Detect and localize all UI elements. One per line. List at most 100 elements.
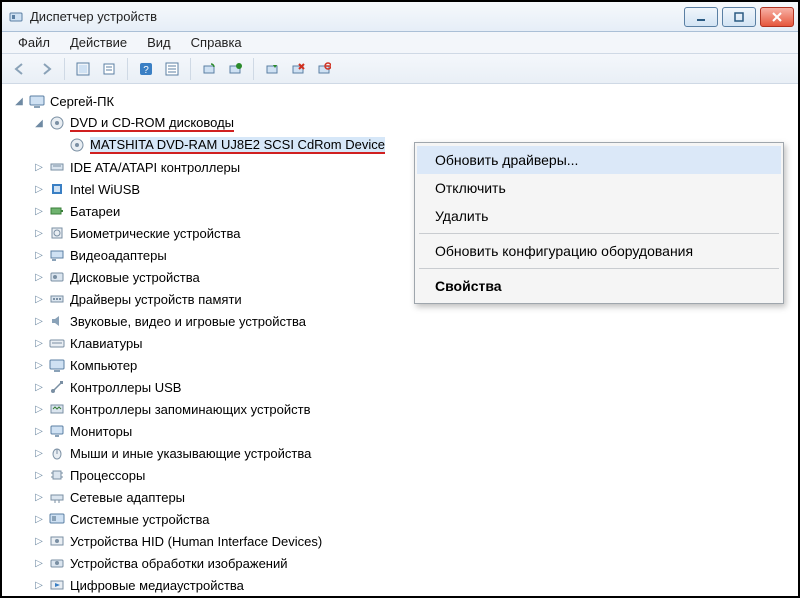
update-toolbar-button[interactable] (223, 57, 247, 81)
uninstall-toolbar-button[interactable] (312, 57, 336, 81)
keyboard-icon (48, 335, 66, 351)
tree-category-dvd[interactable]: ◢ DVD и CD-ROM дисководы (32, 112, 798, 134)
storage-controller-icon (48, 401, 66, 417)
expand-icon[interactable]: ▷ (32, 314, 46, 328)
biometric-icon (48, 225, 66, 241)
tree-category-label: Процессоры (70, 468, 145, 483)
close-button[interactable] (760, 7, 794, 27)
hid-icon (48, 533, 66, 549)
ide-icon (48, 159, 66, 175)
disable-toolbar-button[interactable] (286, 57, 310, 81)
expand-icon[interactable]: ▷ (32, 402, 46, 416)
expand-icon[interactable]: ▷ (32, 578, 46, 592)
tree-category-system[interactable]: ▷ Системные устройства (32, 508, 798, 530)
tree-category-digital-media[interactable]: ▷Цифровые медиаустройства (32, 574, 798, 596)
tree-category-label: Мыши и иные указывающие устройства (70, 446, 311, 461)
disk-icon (48, 269, 66, 285)
computer-icon (28, 93, 46, 109)
tree-category-label: IDE ATA/ATAPI контроллеры (70, 160, 240, 175)
help-toolbar-button[interactable]: ? (134, 57, 158, 81)
tree-category-label: Системные устройства (70, 512, 209, 527)
tree-category-label: Контроллеры запоминающих устройств (70, 402, 310, 417)
toolbar-separator (253, 58, 254, 80)
cm-properties[interactable]: Свойства (417, 272, 781, 300)
tree-category-label: Сетевые адаптеры (70, 490, 185, 505)
expand-icon[interactable]: ▷ (32, 446, 46, 460)
collapse-icon[interactable]: ◢ (32, 116, 46, 130)
optical-drive-icon (68, 137, 86, 153)
context-menu: Обновить драйверы... Отключить Удалить О… (414, 142, 784, 304)
menu-file[interactable]: Файл (8, 32, 60, 53)
tree-category-imaging[interactable]: ▷ Устройства обработки изображений (32, 552, 798, 574)
window-controls (684, 7, 794, 27)
cm-disable[interactable]: Отключить (417, 174, 781, 202)
expand-icon[interactable]: ▷ (32, 556, 46, 570)
tree-category-keyboards[interactable]: ▷ Клавиатуры (32, 332, 798, 354)
speaker-icon (48, 313, 66, 329)
maximize-button[interactable] (722, 7, 756, 27)
expand-icon[interactable]: ▷ (32, 336, 46, 350)
expand-icon[interactable]: ▷ (32, 424, 46, 438)
scan-toolbar-button[interactable] (197, 57, 221, 81)
expand-icon[interactable]: ▷ (32, 270, 46, 284)
tree-category-sound[interactable]: ▷Звуковые, видео и игровые устройства (32, 310, 798, 332)
cm-update-drivers[interactable]: Обновить драйверы... (417, 146, 781, 174)
system-icon (48, 511, 66, 527)
expand-icon[interactable]: ▷ (32, 226, 46, 240)
toolbar-separator (127, 58, 128, 80)
tree-category-storage-ctrl[interactable]: ▷ Контроллеры запоминающих устройств (32, 398, 798, 420)
expand-icon[interactable]: ▷ (32, 248, 46, 262)
expand-icon[interactable]: ▷ (32, 512, 46, 526)
menubar: Файл Действие Вид Справка (2, 32, 798, 54)
tree-category-label: Биометрические устройства (70, 226, 240, 241)
show-hidden-button[interactable] (71, 57, 95, 81)
memory-icon (48, 291, 66, 307)
minimize-button[interactable] (684, 7, 718, 27)
enable-toolbar-button[interactable] (260, 57, 284, 81)
tree-category-cpu[interactable]: ▷ Процессоры (32, 464, 798, 486)
list-toolbar-button[interactable] (160, 57, 184, 81)
expand-icon[interactable]: ▷ (32, 292, 46, 306)
tree-category-monitors[interactable]: ▷Мониторы (32, 420, 798, 442)
window-title: Диспетчер устройств (30, 9, 684, 24)
media-icon (48, 577, 66, 593)
menu-action[interactable]: Действие (60, 32, 137, 53)
tree-category-net[interactable]: ▷ Сетевые адаптеры (32, 486, 798, 508)
expand-icon[interactable]: ▷ (32, 490, 46, 504)
tree-category-usb[interactable]: ▷Контроллеры USB (32, 376, 798, 398)
tree-category-computer[interactable]: ▷ Компьютер (32, 354, 798, 376)
network-icon (48, 489, 66, 505)
content-area: ◢ Сергей-ПК ◢ DVD и CD-ROM дисководы (2, 84, 798, 596)
imaging-icon (48, 555, 66, 571)
tree-device-label: MATSHITA DVD-RAM UJ8E2 SCSI CdRom Device (90, 137, 385, 154)
back-button[interactable] (8, 57, 32, 81)
expand-icon[interactable]: ▷ (32, 380, 46, 394)
battery-icon (48, 203, 66, 219)
svg-text:?: ? (143, 65, 149, 76)
menu-help[interactable]: Справка (181, 32, 252, 53)
tree-category-label: Устройства HID (Human Interface Devices) (70, 534, 322, 549)
expand-icon[interactable]: ▷ (32, 468, 46, 482)
tree-category-label: Драйверы устройств памяти (70, 292, 242, 307)
cm-separator (419, 233, 779, 234)
tree-category-mice[interactable]: ▷ Мыши и иные указывающие устройства (32, 442, 798, 464)
cm-scan-hardware[interactable]: Обновить конфигурацию оборудования (417, 237, 781, 265)
tree-category-hid[interactable]: ▷ Устройства HID (Human Interface Devices… (32, 530, 798, 552)
menu-view[interactable]: Вид (137, 32, 181, 53)
cm-uninstall[interactable]: Удалить (417, 202, 781, 230)
device-manager-icon (8, 9, 24, 25)
expand-icon[interactable]: ▷ (32, 182, 46, 196)
forward-button[interactable] (34, 57, 58, 81)
tree-category-label: Клавиатуры (70, 336, 143, 351)
no-expander (52, 138, 66, 152)
tree-root[interactable]: ◢ Сергей-ПК (12, 90, 798, 112)
expand-icon[interactable]: ▷ (32, 160, 46, 174)
tree-category-label: Устройства обработки изображений (70, 556, 288, 571)
expand-icon[interactable]: ▷ (32, 204, 46, 218)
usb-icon (48, 379, 66, 395)
expand-icon[interactable]: ▷ (32, 358, 46, 372)
properties-toolbar-button[interactable] (97, 57, 121, 81)
collapse-icon[interactable]: ◢ (12, 94, 26, 108)
expand-icon[interactable]: ▷ (32, 534, 46, 548)
tree-category-label: Компьютер (70, 358, 137, 373)
